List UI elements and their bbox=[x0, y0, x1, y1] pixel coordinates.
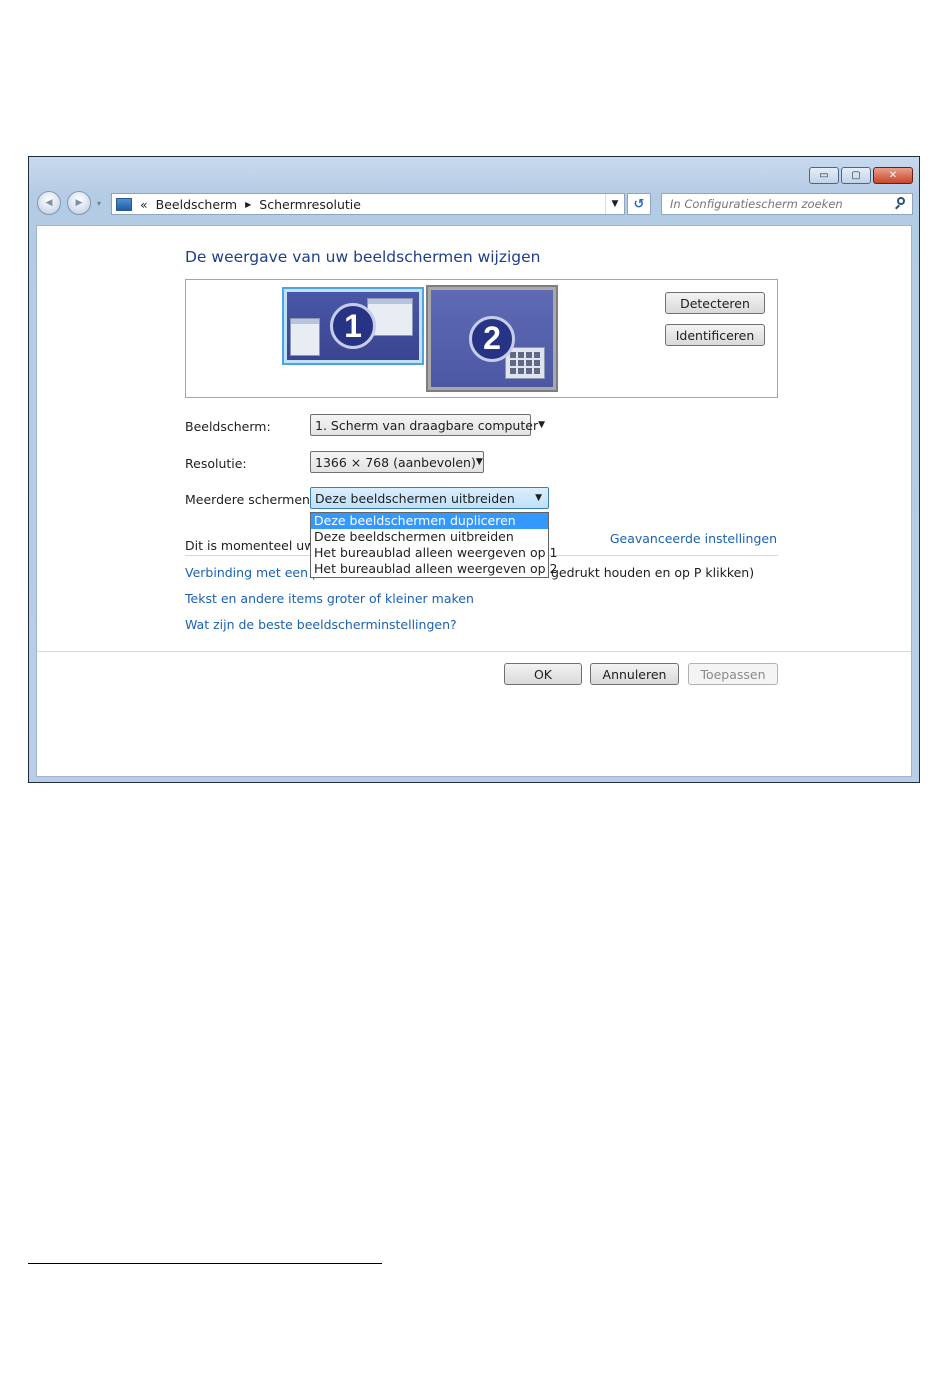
monitor-2[interactable]: 2 bbox=[426, 285, 558, 392]
footnote-separator bbox=[28, 1263, 382, 1264]
multiple-displays-dropdown: Deze beeldschermen dupliceren Deze beeld… bbox=[310, 512, 557, 578]
resolution-label: Resolutie: bbox=[185, 456, 247, 471]
minimize-button[interactable]: ▭ bbox=[809, 167, 839, 184]
display-select[interactable]: 1. Scherm van draagbare computer ▼ bbox=[310, 414, 545, 436]
monitor-2-number: 2 bbox=[469, 315, 515, 362]
breadcrumb-overflow[interactable]: « bbox=[140, 197, 148, 212]
display-label: Beeldscherm: bbox=[185, 419, 271, 434]
chevron-down-icon: ▼ bbox=[535, 493, 542, 503]
maximize-button[interactable]: ▢ bbox=[841, 167, 871, 184]
text-size-link[interactable]: Tekst en andere items groter of kleiner … bbox=[185, 591, 474, 606]
breadcrumb-beeldscherm[interactable]: Beeldscherm bbox=[156, 197, 237, 212]
breadcrumb-schermresolutie[interactable]: Schermresolutie bbox=[259, 197, 361, 212]
resolution-select-value: 1366 × 768 (aanbevolen) bbox=[315, 454, 476, 470]
chevron-down-icon: ▼ bbox=[538, 420, 545, 430]
option-only-2[interactable]: Het bureaublad alleen weergeven op 2 bbox=[311, 561, 557, 577]
multiple-displays-select-value: Deze beeldschermen uitbreiden bbox=[315, 490, 515, 506]
monitor-1-number: 1 bbox=[330, 303, 376, 349]
display-select-value: 1. Scherm van draagbare computer bbox=[315, 417, 539, 433]
footer-divider bbox=[37, 651, 911, 652]
refresh-icon: ↺ bbox=[633, 196, 645, 212]
forward-button[interactable]: ▶ bbox=[67, 191, 91, 215]
back-button[interactable]: ◀ bbox=[37, 191, 61, 215]
best-settings-link[interactable]: Wat zijn de beste beeldscherminstellinge… bbox=[185, 617, 457, 632]
window-thumbnail bbox=[290, 318, 320, 356]
monitor-arrangement: 1 2 Detecteren Identificeren bbox=[185, 279, 778, 398]
calculator-icon bbox=[505, 347, 545, 379]
multiple-displays-select[interactable]: Deze beeldschermen uitbreiden ▼ bbox=[310, 487, 549, 509]
control-panel-icon bbox=[116, 197, 132, 211]
chevron-down-icon: ▼ bbox=[475, 457, 483, 467]
navigation-bar: ◀ ▶ ▾ « Beeldscherm ▶ Schermresolutie ▼ … bbox=[37, 189, 913, 217]
resolution-select[interactable]: 1366 × 768 (aanbevolen) ▼ bbox=[310, 451, 484, 473]
search-box[interactable] bbox=[661, 193, 913, 215]
option-only-1[interactable]: Het bureaublad alleen weergeven op 1 bbox=[311, 545, 557, 561]
search-icon[interactable] bbox=[894, 197, 908, 211]
caption-buttons: ▭ ▢ ✕ bbox=[809, 167, 913, 184]
forward-arrow-icon: ▶ bbox=[75, 198, 83, 208]
option-extend[interactable]: Deze beeldschermen uitbreiden bbox=[311, 529, 548, 545]
recent-pages-icon[interactable]: ▾ bbox=[97, 199, 101, 208]
status-text: Dit is momenteel uw h bbox=[185, 538, 327, 553]
option-duplicate[interactable]: Deze beeldschermen dupliceren bbox=[311, 513, 548, 529]
close-button[interactable]: ✕ bbox=[873, 167, 913, 184]
window: ▭ ▢ ✕ ◀ ▶ ▾ « Beeldscherm ▶ Schermresolu… bbox=[28, 156, 920, 783]
monitor-1[interactable]: 1 bbox=[282, 287, 424, 365]
address-bar[interactable]: « Beeldscherm ▶ Schermresolutie ▼ bbox=[111, 193, 625, 215]
page-title: De weergave van uw beeldschermen wijzige… bbox=[185, 248, 541, 266]
address-dropdown-icon[interactable]: ▼ bbox=[605, 194, 624, 214]
breadcrumb-separator-icon[interactable]: ▶ bbox=[245, 200, 251, 209]
identify-button[interactable]: Identificeren bbox=[665, 324, 765, 346]
refresh-button[interactable]: ↺ bbox=[627, 193, 651, 215]
search-input[interactable] bbox=[662, 196, 882, 212]
detect-button[interactable]: Detecteren bbox=[665, 292, 765, 314]
ok-button[interactable]: OK bbox=[504, 663, 582, 685]
cancel-button[interactable]: Annuleren bbox=[590, 663, 679, 685]
multiple-displays-label: Meerdere schermen: bbox=[185, 492, 315, 507]
advanced-settings-link[interactable]: Geavanceerde instellingen bbox=[610, 531, 777, 546]
back-arrow-icon: ◀ bbox=[45, 198, 53, 208]
projector-shortcut-text: gedrukt houden en op P klikken) bbox=[551, 565, 755, 580]
content-area: De weergave van uw beeldschermen wijzige… bbox=[36, 225, 912, 777]
apply-button: Toepassen bbox=[688, 663, 778, 685]
